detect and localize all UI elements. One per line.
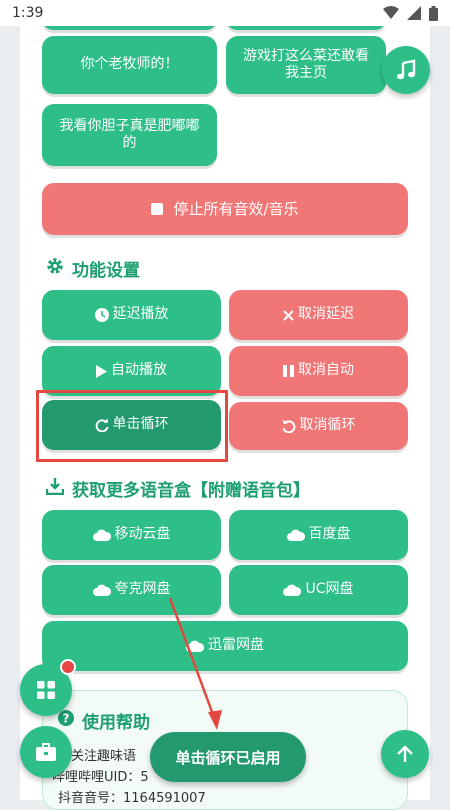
help-text-line: 抖音音号：1164591007 xyxy=(58,791,206,806)
sound-button[interactable]: 你个老牧师的！ xyxy=(42,36,217,94)
uc-pan-label: UC网盘 xyxy=(305,581,354,598)
quark-pan-button[interactable]: 夸克网盘 xyxy=(42,565,221,615)
grid-icon xyxy=(37,681,55,699)
stop-all-label: 停止所有音效/音乐 xyxy=(173,199,299,218)
sound-button[interactable]: 游戏打这么菜还敢看我主页 xyxy=(226,36,386,94)
xunlei-pan-label: 迅雷网盘 xyxy=(208,637,264,654)
settings-section-title: 功能设置 xyxy=(46,256,140,281)
close-icon xyxy=(283,309,294,321)
sound-button[interactable]: 我看你胆子真是肥嘟嘟的 xyxy=(42,104,217,166)
pause-icon xyxy=(283,365,294,377)
uc-pan-button[interactable]: UC网盘 xyxy=(229,565,408,615)
cancel-loop-button[interactable]: 取消循环 xyxy=(229,402,408,450)
status-icons xyxy=(383,5,438,21)
status-time: 1:39 xyxy=(12,5,44,21)
arrow-up-icon xyxy=(397,745,413,762)
downloads-title-label: 获取更多语音盒【附赠语音包】 xyxy=(72,481,310,501)
undo-icon xyxy=(282,419,296,433)
delay-play-button[interactable]: 延迟播放 xyxy=(42,290,221,340)
highlight-box xyxy=(36,390,228,462)
auto-play-label: 自动播放 xyxy=(111,362,167,379)
scroll-top-fab[interactable] xyxy=(381,730,429,778)
downloads-section-title: 获取更多语音盒【附赠语音包】 xyxy=(45,476,310,501)
mobile-cloud-label: 移动云盘 xyxy=(114,526,171,543)
clock-icon xyxy=(94,308,109,322)
battery-icon xyxy=(429,5,438,21)
sound-button-label: 游戏打这么菜还敢看我主页 xyxy=(243,47,369,82)
notification-badge xyxy=(60,659,76,675)
play-icon xyxy=(96,364,107,378)
stop-icon xyxy=(151,203,164,215)
status-toast: 单击循环已启用 xyxy=(150,732,306,782)
xunlei-pan-button[interactable]: 迅雷网盘 xyxy=(42,621,408,671)
cloud-icon xyxy=(186,640,204,652)
help-title-label: 使用帮助 xyxy=(82,713,150,733)
settings-title-label: 功能设置 xyxy=(72,261,140,281)
cancel-auto-label: 取消自动 xyxy=(298,362,354,379)
music-note-icon xyxy=(397,59,416,80)
toolbox-icon xyxy=(36,743,56,761)
sound-button-label: 你个老牧师的！ xyxy=(80,56,179,73)
auto-play-button[interactable]: 自动播放 xyxy=(42,346,221,396)
cancel-loop-label: 取消循环 xyxy=(299,417,356,434)
music-fab[interactable] xyxy=(382,46,430,94)
quark-pan-label: 夸克网盘 xyxy=(114,581,171,598)
baidu-pan-label: 百度盘 xyxy=(308,526,351,543)
wifi-icon xyxy=(383,6,399,19)
help-section-title: ? 使用帮助 xyxy=(58,708,150,733)
help-text-line: 哔哩哔哩UID：5 xyxy=(52,770,149,785)
svg-text:?: ? xyxy=(63,712,70,726)
gear-icon xyxy=(46,257,64,280)
cloud-icon xyxy=(92,584,111,596)
signal-icon xyxy=(407,6,421,20)
cancel-delay-label: 取消延迟 xyxy=(298,306,354,323)
help-icon: ? xyxy=(58,710,74,731)
delay-play-label: 延迟播放 xyxy=(112,306,169,323)
cloud-icon xyxy=(283,584,302,596)
status-bar: 1:39 xyxy=(0,0,450,26)
sound-button-label: 我看你胆子真是肥嘟嘟的 xyxy=(59,117,200,152)
cloud-icon xyxy=(92,529,111,541)
baidu-pan-button[interactable]: 百度盘 xyxy=(229,510,408,560)
cancel-auto-button[interactable]: 取消自动 xyxy=(229,346,408,396)
cloud-icon xyxy=(286,529,305,541)
cancel-delay-button[interactable]: 取消延迟 xyxy=(229,290,408,340)
stop-all-button[interactable]: 停止所有音效/音乐 xyxy=(42,183,408,235)
mobile-cloud-button[interactable]: 移动云盘 xyxy=(42,510,221,560)
toolbox-fab[interactable] xyxy=(20,726,72,778)
download-icon xyxy=(45,477,65,500)
